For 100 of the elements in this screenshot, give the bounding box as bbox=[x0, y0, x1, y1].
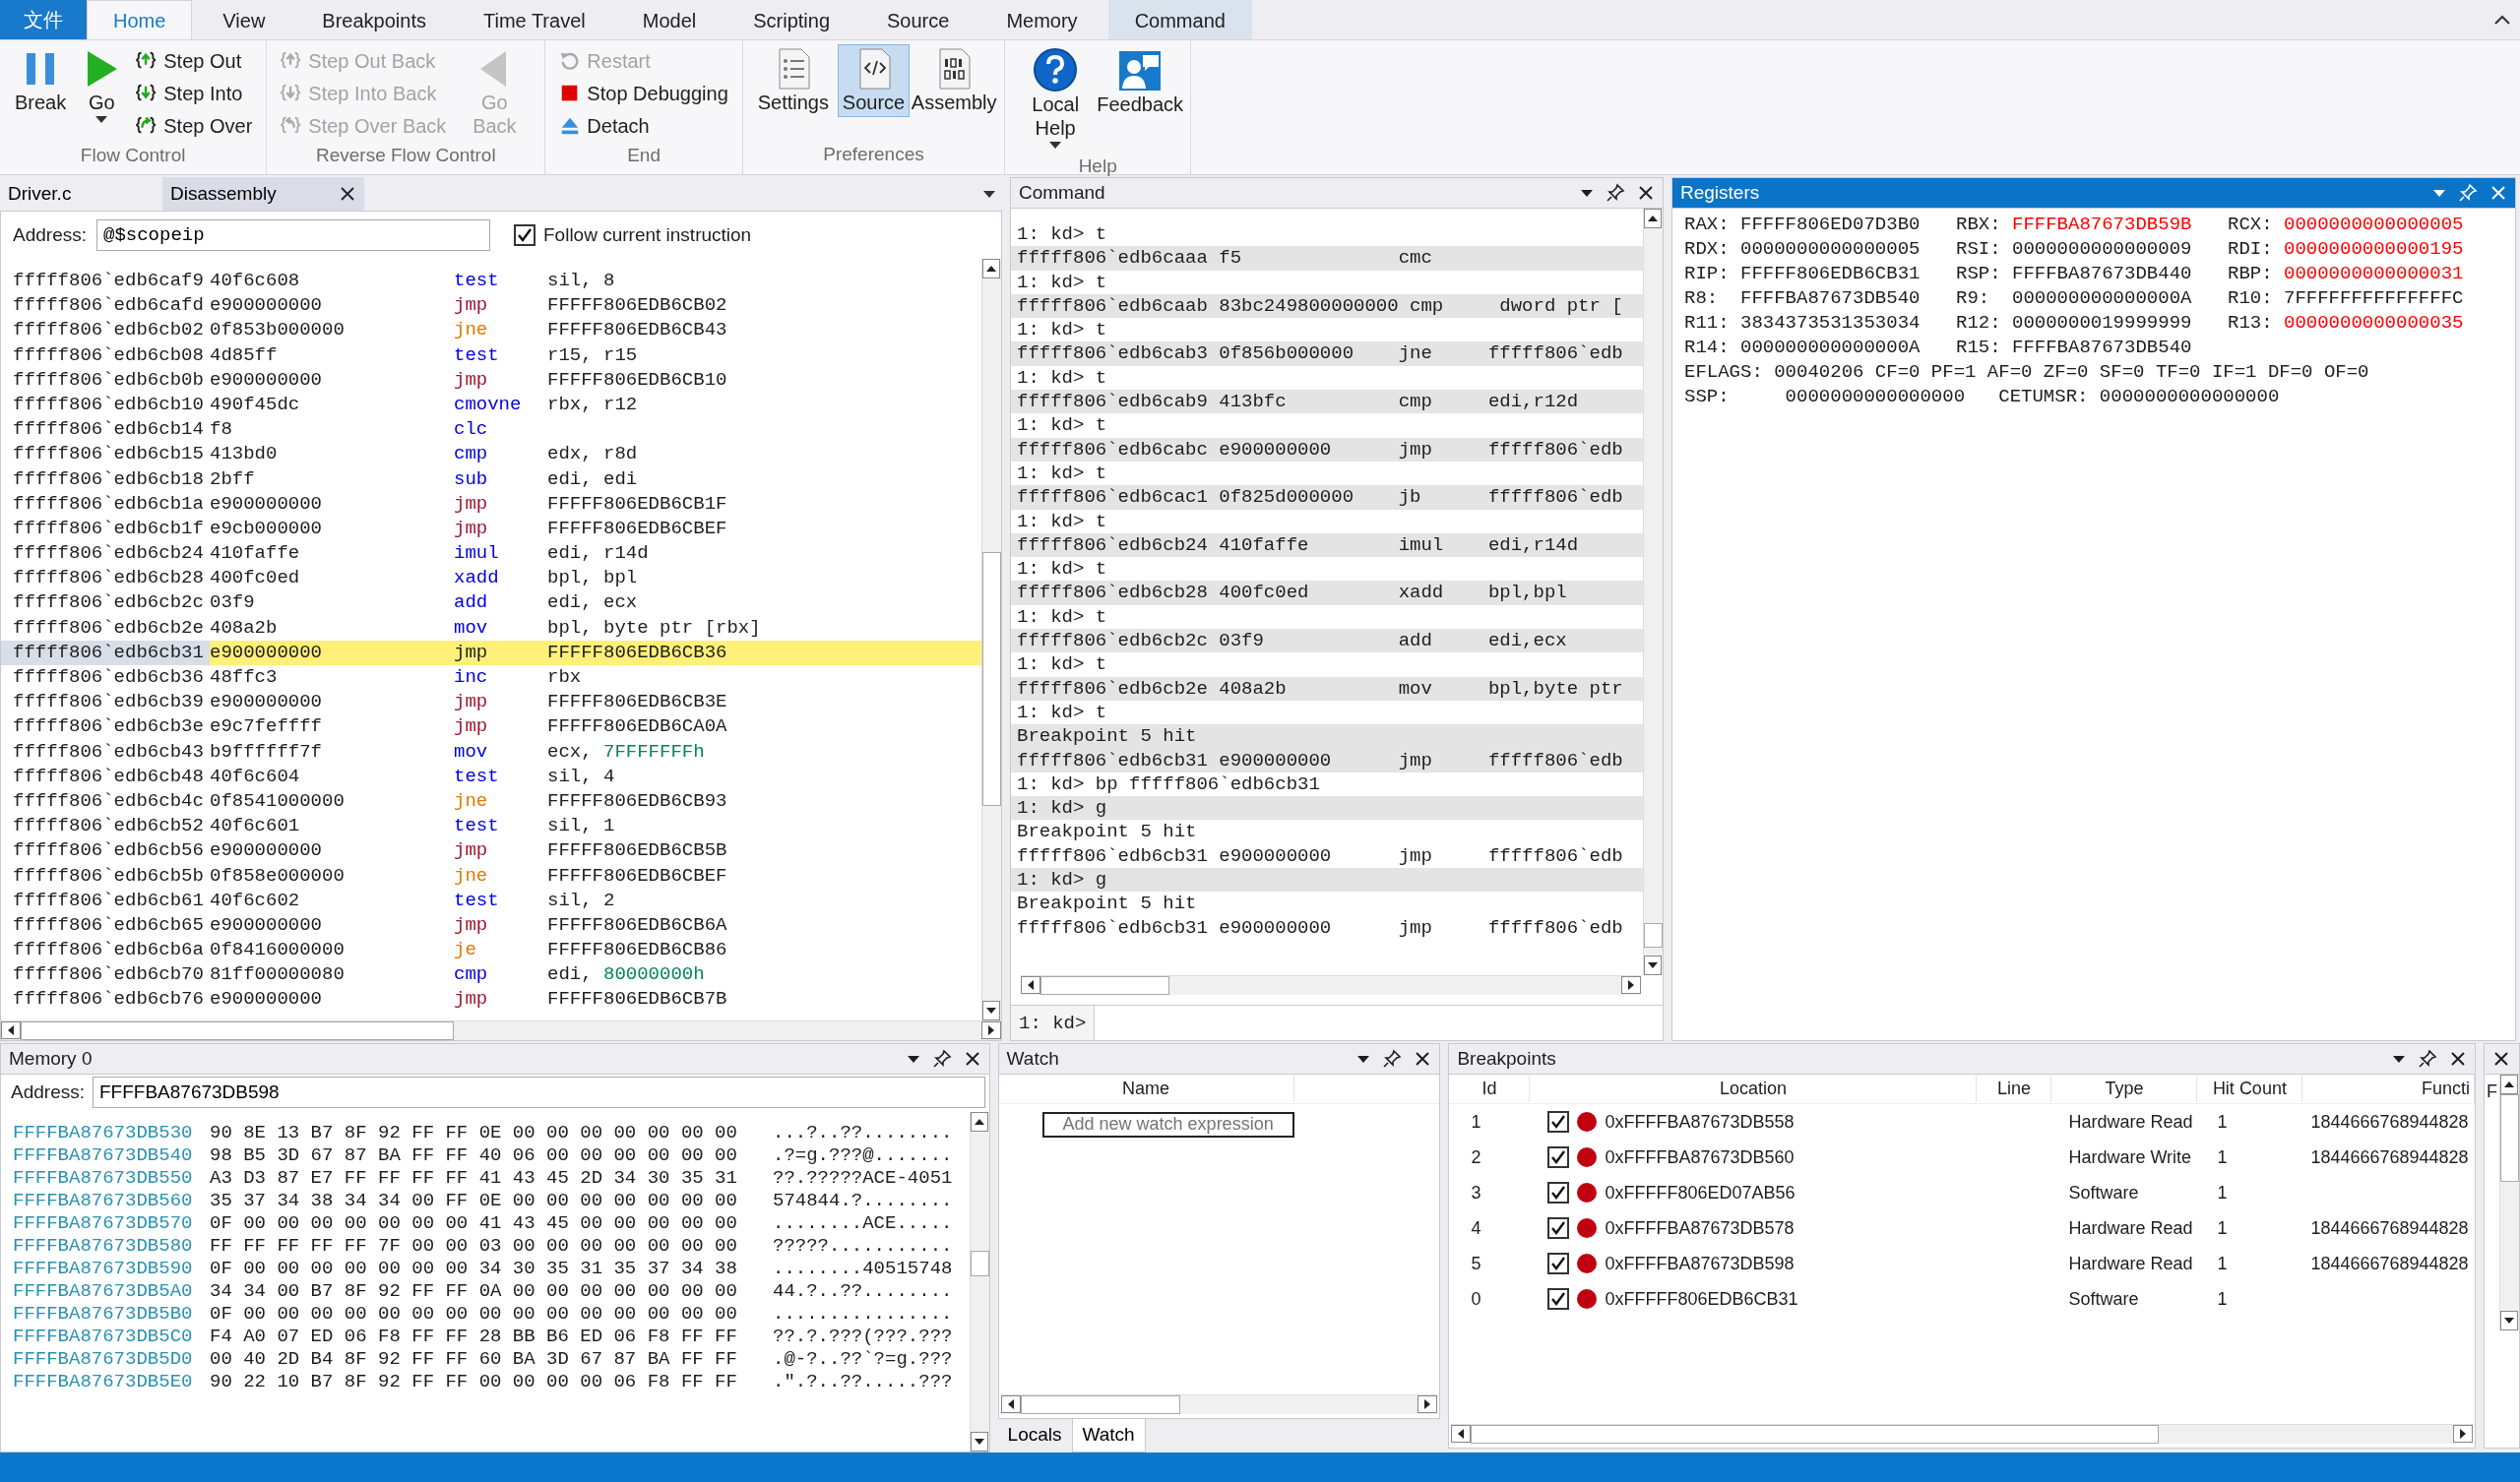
close-icon[interactable] bbox=[2492, 1050, 2511, 1068]
memory-address: FFFFBA87673DB590 bbox=[12, 1258, 194, 1280]
ribbon-button[interactable]: Local Help bbox=[1015, 44, 1097, 153]
vertical-scrollbar[interactable] bbox=[2499, 1075, 2519, 1330]
ribbon-button[interactable]: Feedback bbox=[1100, 44, 1181, 119]
scroll-thumb[interactable] bbox=[1644, 922, 1663, 949]
vertical-scrollbar[interactable] bbox=[1643, 209, 1663, 975]
ribbon-tab[interactable]: Command bbox=[1107, 0, 1252, 39]
document-tab[interactable]: Disassembly bbox=[162, 177, 364, 211]
ribbon-button[interactable]: Settings bbox=[752, 44, 834, 117]
ribbon-tab[interactable]: Source bbox=[860, 0, 976, 39]
scroll-down-button[interactable] bbox=[970, 1432, 988, 1451]
memory-ascii: ........40515748 bbox=[773, 1258, 954, 1280]
scroll-thumb[interactable] bbox=[1471, 1425, 2160, 1444]
ribbon-tab[interactable]: Memory bbox=[979, 0, 1104, 39]
ribbon-tab[interactable]: View bbox=[196, 0, 292, 39]
scroll-right-button[interactable] bbox=[1418, 1395, 1438, 1413]
scroll-right-button[interactable] bbox=[2453, 1425, 2473, 1443]
close-icon[interactable] bbox=[1637, 184, 1655, 202]
scroll-down-button[interactable] bbox=[1644, 956, 1662, 975]
pin-icon[interactable] bbox=[1382, 1049, 1403, 1069]
ribbon-button[interactable]: Step Into bbox=[132, 77, 257, 109]
vertical-scrollbar[interactable] bbox=[969, 1112, 989, 1451]
watch-expression-field[interactable]: Add new watch expression bbox=[1041, 1111, 1294, 1138]
caret-icon[interactable] bbox=[1580, 188, 1594, 198]
table-cell-text: 0xFFFFF806EDB6CB31 bbox=[1605, 1287, 1798, 1311]
breakpoint-dot-icon bbox=[1577, 1147, 1598, 1167]
checkbox[interactable] bbox=[1547, 1146, 1570, 1168]
ribbon-button[interactable]: Assembly bbox=[914, 44, 995, 117]
table-cell-text: 1 bbox=[2216, 1145, 2229, 1169]
checkbox[interactable] bbox=[1547, 1111, 1570, 1133]
scroll-up-button[interactable] bbox=[2500, 1075, 2518, 1094]
pin-icon[interactable] bbox=[2418, 1049, 2437, 1069]
scroll-down-button[interactable] bbox=[982, 1001, 1000, 1020]
scroll-left-button[interactable] bbox=[1000, 1395, 1021, 1413]
column-header[interactable]: Type bbox=[2051, 1076, 2198, 1102]
ribbon-tab[interactable]: Time Travel bbox=[457, 0, 612, 39]
ribbon-button[interactable]: Stop Debugging bbox=[555, 77, 732, 109]
checkbox[interactable] bbox=[1547, 1288, 1570, 1310]
register-value: 0000000000000005 bbox=[1740, 237, 1921, 262]
ribbon-button[interactable]: Source bbox=[837, 44, 911, 117]
scroll-thumb[interactable] bbox=[1040, 976, 1170, 995]
panel-tab[interactable]: Watch bbox=[1071, 1419, 1146, 1452]
scroll-left-button[interactable] bbox=[1, 1021, 21, 1039]
horizontal-scrollbar[interactable] bbox=[1451, 1424, 2473, 1444]
scroll-up-button[interactable] bbox=[982, 259, 1000, 278]
ribbon-button[interactable]: Detach bbox=[555, 109, 732, 142]
scroll-thumb[interactable] bbox=[1020, 1395, 1181, 1414]
column-header[interactable]: Id bbox=[1449, 1076, 1531, 1102]
scroll-up-button[interactable] bbox=[970, 1112, 988, 1132]
scroll-left-button[interactable] bbox=[1451, 1425, 1472, 1443]
collapse-ribbon-icon[interactable] bbox=[2492, 13, 2512, 27]
close-icon[interactable] bbox=[339, 185, 356, 203]
ribbon-tab[interactable]: Breakpoints bbox=[295, 0, 453, 39]
scroll-thumb[interactable] bbox=[970, 1251, 989, 1277]
panel-tab[interactable]: Locals bbox=[997, 1419, 1072, 1451]
scroll-right-button[interactable] bbox=[981, 1021, 1001, 1039]
pin-icon[interactable] bbox=[931, 1049, 952, 1069]
column-header[interactable]: Location bbox=[1530, 1076, 1978, 1102]
column-header[interactable]: Functi bbox=[2302, 1076, 2475, 1102]
mnemonic: test bbox=[454, 764, 500, 789]
caret-icon[interactable] bbox=[2392, 1054, 2406, 1064]
ribbon-button[interactable]: Go bbox=[75, 44, 129, 127]
ribbon-button[interactable]: Step Out bbox=[132, 44, 257, 77]
document-tab[interactable]: Driver.c bbox=[0, 177, 162, 211]
close-icon[interactable] bbox=[1414, 1050, 1432, 1068]
ribbon-button[interactable]: Step Over bbox=[132, 109, 257, 142]
column-header[interactable]: Name bbox=[998, 1076, 1294, 1102]
caret-icon[interactable] bbox=[1356, 1054, 1371, 1064]
horizontal-scrollbar[interactable] bbox=[1000, 1394, 1438, 1414]
ribbon-tab[interactable]: Model bbox=[615, 0, 724, 39]
memory-ascii: ??.?.???(???.??? bbox=[773, 1326, 954, 1348]
checkbox[interactable] bbox=[1547, 1217, 1570, 1239]
file-tab[interactable]: 文件 bbox=[0, 0, 87, 39]
close-icon[interactable] bbox=[963, 1050, 981, 1068]
scroll-right-button[interactable] bbox=[1621, 976, 1641, 994]
caret-icon[interactable] bbox=[982, 189, 996, 199]
memory-bytes: 90 8E 13 B7 8F 92 FF FF 0E 00 00 00 00 00 00 00 bbox=[210, 1122, 738, 1144]
caret-icon[interactable] bbox=[906, 1054, 920, 1064]
column-header[interactable]: Line bbox=[1977, 1076, 2052, 1102]
scroll-left-button[interactable] bbox=[1021, 976, 1040, 994]
ribbon-button[interactable]: Break bbox=[10, 44, 72, 117]
column-header[interactable]: Hit Count bbox=[2197, 1076, 2303, 1102]
scroll-down-button[interactable] bbox=[2500, 1311, 2518, 1330]
ribbon-tab[interactable]: Home bbox=[87, 0, 193, 39]
vertical-scrollbar[interactable] bbox=[981, 259, 1001, 1020]
address-field[interactable]: FFFFBA87673DB598 bbox=[93, 1077, 985, 1108]
address-field[interactable]: @$scopeip bbox=[96, 219, 490, 251]
ribbon-tab[interactable]: Scripting bbox=[726, 0, 856, 39]
horizontal-scrollbar[interactable] bbox=[1, 1020, 1001, 1040]
horizontal-scrollbar[interactable] bbox=[1021, 975, 1641, 995]
checkbox[interactable] bbox=[1547, 1253, 1570, 1274]
close-icon[interactable] bbox=[2449, 1050, 2467, 1068]
checkbox[interactable] bbox=[1547, 1182, 1570, 1204]
scroll-thumb[interactable] bbox=[982, 552, 1001, 807]
scroll-thumb[interactable] bbox=[21, 1021, 455, 1040]
checkbox[interactable] bbox=[514, 224, 536, 246]
scroll-thumb[interactable] bbox=[2500, 1094, 2519, 1183]
scroll-up-button[interactable] bbox=[1644, 209, 1662, 228]
pin-icon[interactable] bbox=[1606, 183, 1625, 203]
